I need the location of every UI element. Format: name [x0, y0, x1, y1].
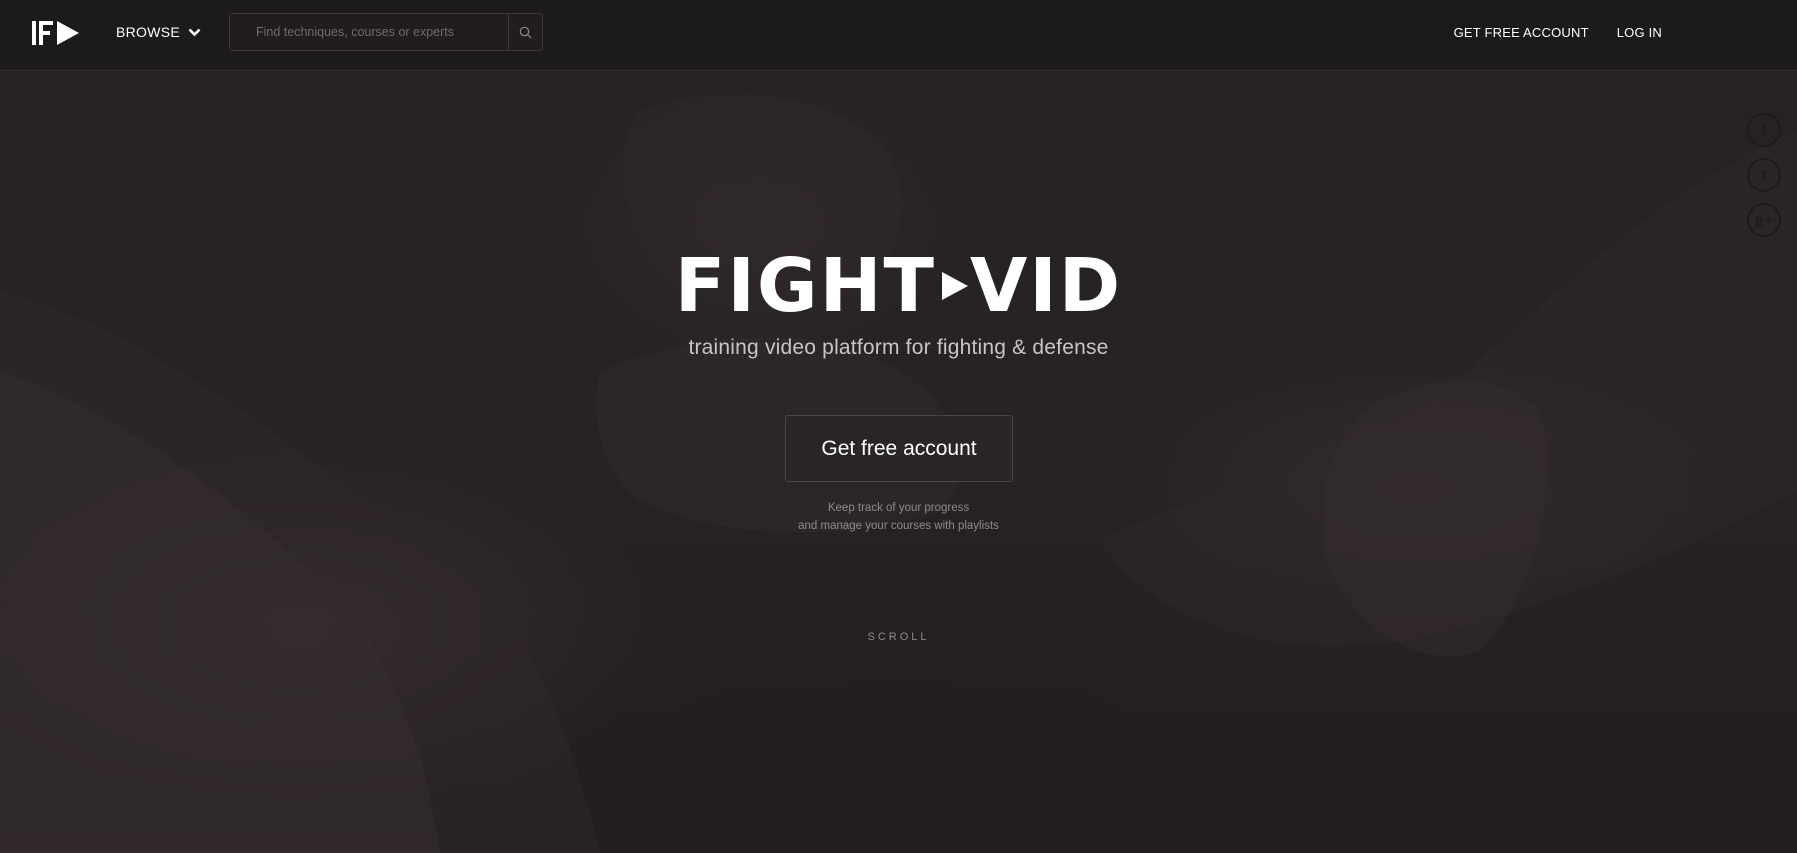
search-icon — [519, 26, 532, 38]
cta-note: Keep track of your progress and manage y… — [0, 499, 1797, 535]
login-link[interactable]: LOG IN — [1617, 25, 1662, 40]
social-share-links: f t g+ — [1747, 113, 1781, 237]
browse-menu-button[interactable]: BROWSE — [116, 24, 201, 40]
brand-wordmark: FIGHT VID — [0, 249, 1797, 323]
get-free-account-button[interactable]: Get free account — [785, 415, 1013, 482]
brand-wordmark-left: FIGHT — [674, 243, 936, 329]
cta-note-line-1: Keep track of your progress — [827, 502, 970, 514]
search-input[interactable] — [230, 14, 510, 50]
cta-note-line-2: and manage your courses with playlists — [798, 520, 999, 532]
chevron-down-icon — [188, 28, 201, 36]
scroll-indicator[interactable]: SCROLL — [0, 631, 1797, 643]
brand-wordmark-right: VID — [970, 243, 1123, 329]
search-box — [229, 13, 543, 51]
hero-tagline: training video platform for fighting & d… — [688, 336, 1109, 359]
browse-label: BROWSE — [116, 24, 181, 40]
google-plus-icon[interactable]: g+ — [1747, 203, 1781, 237]
play-triangle-icon — [942, 272, 968, 300]
top-navigation-bar: BROWSE GET FREE ACCOUNT LOG IN — [0, 0, 1797, 71]
search-button[interactable] — [508, 14, 542, 50]
twitter-icon[interactable]: t — [1747, 158, 1781, 192]
hero-section: FIGHT VID training video platform for fi… — [0, 71, 1797, 853]
get-free-account-link[interactable]: GET FREE ACCOUNT — [1454, 25, 1589, 40]
fightvid-logo-icon[interactable] — [32, 21, 82, 45]
facebook-icon[interactable]: f — [1747, 113, 1781, 147]
account-links: GET FREE ACCOUNT LOG IN — [1454, 25, 1662, 40]
